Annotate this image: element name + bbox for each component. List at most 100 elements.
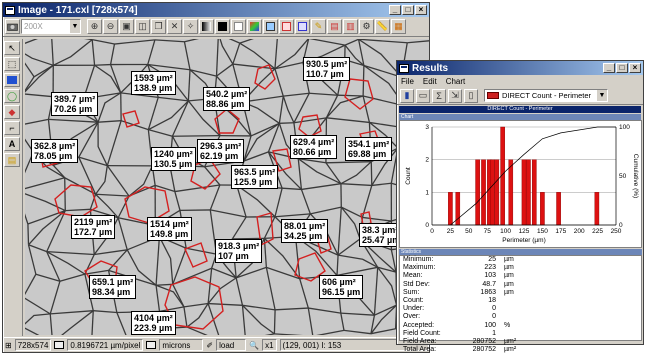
y-axis-label: Count bbox=[405, 167, 412, 185]
results-window-titlebar[interactable]: Results _ □ × bbox=[397, 61, 643, 75]
zoom-out-icon[interactable]: ⊖ bbox=[103, 19, 118, 34]
wand-icon[interactable]: ✐ bbox=[206, 341, 213, 350]
white-icon[interactable] bbox=[231, 19, 246, 34]
measurement-label[interactable]: 1593 µm² 138.9 µm bbox=[131, 71, 176, 95]
zoom-select[interactable]: 200X ▼ bbox=[21, 19, 81, 34]
brush-icon[interactable]: ⌐ bbox=[4, 121, 20, 135]
measurement-label[interactable]: 1514 µm² 149.8 µm bbox=[147, 217, 192, 241]
measurement-label[interactable]: 540.2 µm² 88.86 µm bbox=[203, 87, 251, 111]
camera-icon[interactable] bbox=[5, 19, 20, 34]
stat-unit: µm² bbox=[504, 346, 517, 354]
calibrate-icon[interactable]: ▦ bbox=[391, 19, 406, 34]
histogram-bar bbox=[556, 192, 561, 226]
settings-icon[interactable]: ⚙ bbox=[359, 19, 374, 34]
measurement-label[interactable]: 4104 µm² 223.9 µm bbox=[131, 311, 176, 335]
stat-unit bbox=[496, 305, 504, 313]
lasso-icon[interactable]: ◯ bbox=[4, 89, 20, 103]
stat-value: 25 bbox=[488, 256, 496, 263]
statistics-table: Minimum: 25 µm Maximum: 223 µm Mean: 103 µm Std D… bbox=[399, 255, 642, 353]
stat-row: Minimum: 25 µm bbox=[400, 256, 641, 264]
perimeter-value: 130.5 µm bbox=[154, 159, 193, 169]
fill-blue-icon[interactable] bbox=[4, 73, 20, 87]
micrograph-image[interactable]: 1593 µm² 138.9 µm 930.5 µm² 110.7 µm 389.7… bbox=[25, 39, 429, 335]
area-value: 963.5 µm² bbox=[234, 167, 276, 177]
units-icon bbox=[146, 341, 157, 349]
export-icon[interactable]: ⇲ bbox=[448, 88, 462, 103]
stat-unit: µm bbox=[504, 280, 514, 288]
measurement-label[interactable]: 1240 µm² 130.5 µm bbox=[151, 147, 196, 171]
sum-icon[interactable]: Σ bbox=[432, 88, 446, 103]
stat-row: Std Dev: 48.7 µm bbox=[400, 281, 641, 289]
measure-icon[interactable]: ▤ bbox=[327, 19, 342, 34]
grain-outline bbox=[298, 114, 322, 138]
chevron-down-icon[interactable]: ▼ bbox=[597, 90, 607, 101]
measurement-label[interactable]: 389.7 µm² 70.26 µm bbox=[51, 92, 99, 116]
measurement-label[interactable]: 659.1 µm² 98.34 µm bbox=[89, 275, 137, 299]
measurement-label[interactable]: 963.5 µm² 125.9 µm bbox=[231, 165, 279, 189]
overlay-icon[interactable] bbox=[263, 19, 278, 34]
copy-icon[interactable]: ❐ bbox=[151, 19, 166, 34]
maximize-button[interactable]: □ bbox=[616, 63, 628, 73]
stat-value: 18 bbox=[488, 296, 496, 304]
perimeter-value: 149.8 µm bbox=[150, 229, 189, 239]
measurement-label[interactable]: 88.01 µm² 34.25 µm bbox=[281, 219, 329, 243]
text-icon[interactable]: A bbox=[4, 137, 20, 151]
count-icon[interactable]: ▥ bbox=[343, 19, 358, 34]
ruler-icon[interactable]: 📏 bbox=[375, 19, 390, 34]
close-button[interactable]: × bbox=[629, 63, 641, 73]
stat-row: Field Count: 1 bbox=[400, 330, 641, 338]
pencil-icon[interactable]: ✎ bbox=[311, 19, 326, 34]
image-window-titlebar[interactable]: Image - 171.cxl [728x574] _ □ × bbox=[3, 3, 429, 17]
box-icon[interactable] bbox=[279, 19, 294, 34]
zoom-status: x1 bbox=[262, 339, 277, 351]
fit-icon[interactable]: ▣ bbox=[119, 19, 134, 34]
histogram-bar bbox=[521, 159, 527, 226]
box2-icon[interactable] bbox=[295, 19, 310, 34]
grid-icon[interactable]: ✕ bbox=[167, 19, 182, 34]
measurement-label[interactable]: 2119 µm² 172.7 µm bbox=[71, 215, 116, 239]
menu-file[interactable]: File bbox=[401, 77, 414, 86]
histogram-chart[interactable]: 0 25 50 75 100 125 150 175 200 225 250 0 1 2 3 0 50 100 Pe… bbox=[399, 120, 642, 248]
histogram-bar bbox=[532, 159, 537, 226]
table-view-icon[interactable]: ▭ bbox=[416, 88, 430, 103]
stat-key: Total Area: bbox=[403, 346, 437, 354]
grayscale-icon[interactable] bbox=[199, 19, 214, 34]
measurement-label[interactable]: 296.3 µm² 62.19 µm bbox=[197, 139, 245, 163]
stat-row: Field Area: 280752 µm² bbox=[400, 338, 641, 346]
left-toolbox: ↖ ⬚ ◯ ◆ ⌐ A ▤ bbox=[3, 39, 23, 336]
stat-unit: µm bbox=[504, 288, 514, 296]
menu-edit[interactable]: Edit bbox=[423, 77, 437, 86]
table-icon[interactable]: ▤ bbox=[4, 153, 20, 167]
copy-chart-icon[interactable]: ▯ bbox=[464, 88, 478, 103]
magnifier-icon[interactable]: 🔍 bbox=[249, 341, 259, 350]
measurement-label[interactable]: 362.8 µm² 78.05 µm bbox=[31, 139, 79, 163]
histogram-bar bbox=[526, 159, 531, 226]
select-rect-icon[interactable]: ⬚ bbox=[4, 57, 20, 71]
perimeter-value: 34.25 µm bbox=[284, 231, 323, 241]
stat-unit bbox=[496, 313, 504, 321]
pointer-icon[interactable]: ↖ bbox=[4, 41, 20, 55]
measurement-label[interactable]: 918.3 µm² 107 µm bbox=[215, 239, 263, 263]
close-button[interactable]: × bbox=[415, 5, 427, 15]
eraser-icon[interactable]: ◆ bbox=[4, 105, 20, 119]
zoom-1-icon[interactable]: ◫ bbox=[135, 19, 150, 34]
black-icon[interactable] bbox=[215, 19, 230, 34]
minimize-button[interactable]: _ bbox=[603, 63, 615, 73]
chevron-down-icon[interactable]: ▼ bbox=[70, 20, 80, 33]
perimeter-value: 107 µm bbox=[218, 251, 249, 261]
maximize-button[interactable]: □ bbox=[402, 5, 414, 15]
menu-chart[interactable]: Chart bbox=[446, 77, 466, 86]
measurement-label[interactable]: 354.1 µm² 69.88 µm bbox=[345, 137, 393, 161]
zoom-in-icon[interactable]: ⊕ bbox=[87, 19, 102, 34]
measurement-selector[interactable]: DIRECT Count - Perimeter ▼ bbox=[484, 89, 608, 102]
measurement-label[interactable]: 629.4 µm² 80.66 µm bbox=[290, 135, 338, 159]
measurement-label[interactable]: 606 µm² 96.15 µm bbox=[319, 275, 364, 299]
measurement-label[interactable]: 930.5 µm² 110.7 µm bbox=[303, 57, 351, 81]
bar-chart-icon[interactable]: ▮ bbox=[400, 88, 414, 103]
palette-icon[interactable] bbox=[247, 19, 262, 34]
stat-unit: µm bbox=[504, 272, 514, 280]
select-icon[interactable]: ✧ bbox=[183, 19, 198, 34]
minimize-button[interactable]: _ bbox=[389, 5, 401, 15]
stat-value: 280752 bbox=[472, 346, 496, 354]
stat-row: Mean: 103 µm bbox=[400, 272, 641, 280]
